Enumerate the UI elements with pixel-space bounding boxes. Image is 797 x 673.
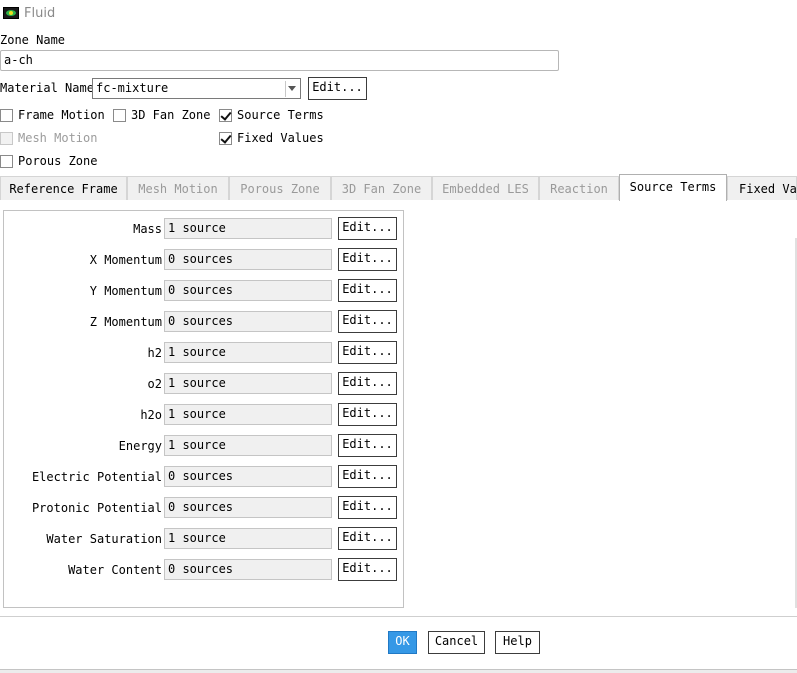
3d-fan-zone-checkbox[interactable] xyxy=(113,109,126,122)
source-field-o2: 1 source xyxy=(164,373,332,394)
source-label-h2o: h2o xyxy=(140,408,162,422)
source-label-energy: Energy xyxy=(118,439,162,453)
material-name-select[interactable]: fc-mixture xyxy=(92,78,301,99)
tab-porous-zone: Porous Zone xyxy=(229,176,331,200)
source-field-z-momentum: 0 sources xyxy=(164,311,332,332)
source-label-y-momentum: Y Momentum xyxy=(89,284,162,298)
ok-button[interactable]: OK xyxy=(388,631,417,654)
tab-reference-frame[interactable]: Reference Frame xyxy=(0,176,127,200)
footer-divider xyxy=(0,616,797,617)
source-field-energy: 1 source xyxy=(164,435,332,456)
source-field-mass: 1 source xyxy=(164,218,332,239)
tab-embedded-les: Embedded LES xyxy=(432,176,539,200)
source-field-protonic-potential: 0 sources xyxy=(164,497,332,518)
source-field-water-content: 0 sources xyxy=(164,559,332,580)
source-edit-button-water-content[interactable]: Edit... xyxy=(338,558,397,581)
material-edit-button[interactable]: Edit... xyxy=(308,77,367,100)
help-button[interactable]: Help xyxy=(495,631,540,654)
cancel-button[interactable]: Cancel xyxy=(428,631,485,654)
source-edit-button-h2[interactable]: Edit... xyxy=(338,341,397,364)
source-label-protonic-potential: Protonic Potential xyxy=(31,501,162,515)
source-label-mass: Mass xyxy=(133,222,162,236)
source-label-z-momentum: Z Momentum xyxy=(89,315,162,329)
tab-reaction: Reaction xyxy=(539,176,619,200)
fixed-values-checkbox[interactable] xyxy=(219,132,232,145)
source-terms-checkbox[interactable] xyxy=(219,109,232,122)
material-name-label: Material Name xyxy=(0,81,94,95)
source-edit-button-z-momentum[interactable]: Edit... xyxy=(338,310,397,333)
source-field-h2: 1 source xyxy=(164,342,332,363)
source-label-electric-potential: Electric Potential xyxy=(31,470,162,484)
source-label-x-momentum: X Momentum xyxy=(89,253,162,267)
tab-mesh-motion: Mesh Motion xyxy=(127,176,229,200)
tab-3d-fan-zone: 3D Fan Zone xyxy=(331,176,432,200)
fluid-eye-icon xyxy=(3,7,19,19)
source-label-o2: o2 xyxy=(147,377,162,391)
source-field-y-momentum: 0 sources xyxy=(164,280,332,301)
source-field-electric-potential: 0 sources xyxy=(164,466,332,487)
mesh-motion-label: Mesh Motion xyxy=(18,131,98,145)
frame-motion-checkbox[interactable] xyxy=(0,109,13,122)
source-label-water-content: Water Content xyxy=(68,563,162,577)
source-edit-button-protonic-potential[interactable]: Edit... xyxy=(338,496,397,519)
material-name-value: fc-mixture xyxy=(96,81,169,95)
source-edit-button-energy[interactable]: Edit... xyxy=(338,434,397,457)
source-edit-button-o2[interactable]: Edit... xyxy=(338,372,397,395)
source-edit-button-x-momentum[interactable]: Edit... xyxy=(338,248,397,271)
source-edit-button-mass[interactable]: Edit... xyxy=(338,217,397,240)
fixed-values-label: Fixed Values xyxy=(237,131,324,145)
source-edit-button-water-saturation[interactable]: Edit... xyxy=(338,527,397,550)
source-edit-button-h2o[interactable]: Edit... xyxy=(338,403,397,426)
source-edit-button-electric-potential[interactable]: Edit... xyxy=(338,465,397,488)
porous-zone-label: Porous Zone xyxy=(18,154,98,168)
source-field-h2o: 1 source xyxy=(164,404,332,425)
3d-fan-zone-label: 3D Fan Zone xyxy=(131,108,211,122)
source-label-h2: h2 xyxy=(147,346,162,360)
zone-name-label: Zone Name xyxy=(0,33,66,47)
mesh-motion-checkbox xyxy=(0,132,13,145)
source-edit-button-y-momentum[interactable]: Edit... xyxy=(338,279,397,302)
source-field-water-saturation: 1 source xyxy=(164,528,332,549)
source-terms-label: Source Terms xyxy=(237,108,324,122)
chevron-down-icon xyxy=(288,86,296,91)
underlying-window-edge xyxy=(0,669,797,673)
tab-source-terms[interactable]: Source Terms xyxy=(619,174,727,201)
tab-fixed-values[interactable]: Fixed Val xyxy=(727,176,797,200)
source-field-x-momentum: 0 sources xyxy=(164,249,332,270)
source-label-water-saturation: Water Saturation xyxy=(46,532,162,546)
porous-zone-checkbox[interactable] xyxy=(0,155,13,168)
title-bar: Fluid xyxy=(0,0,797,28)
window-title: Fluid xyxy=(24,6,56,21)
frame-motion-label: Frame Motion xyxy=(18,108,105,122)
tab-bar: Reference Frame Mesh Motion Porous Zone … xyxy=(0,174,797,201)
zone-name-input[interactable]: a-ch xyxy=(0,50,559,71)
